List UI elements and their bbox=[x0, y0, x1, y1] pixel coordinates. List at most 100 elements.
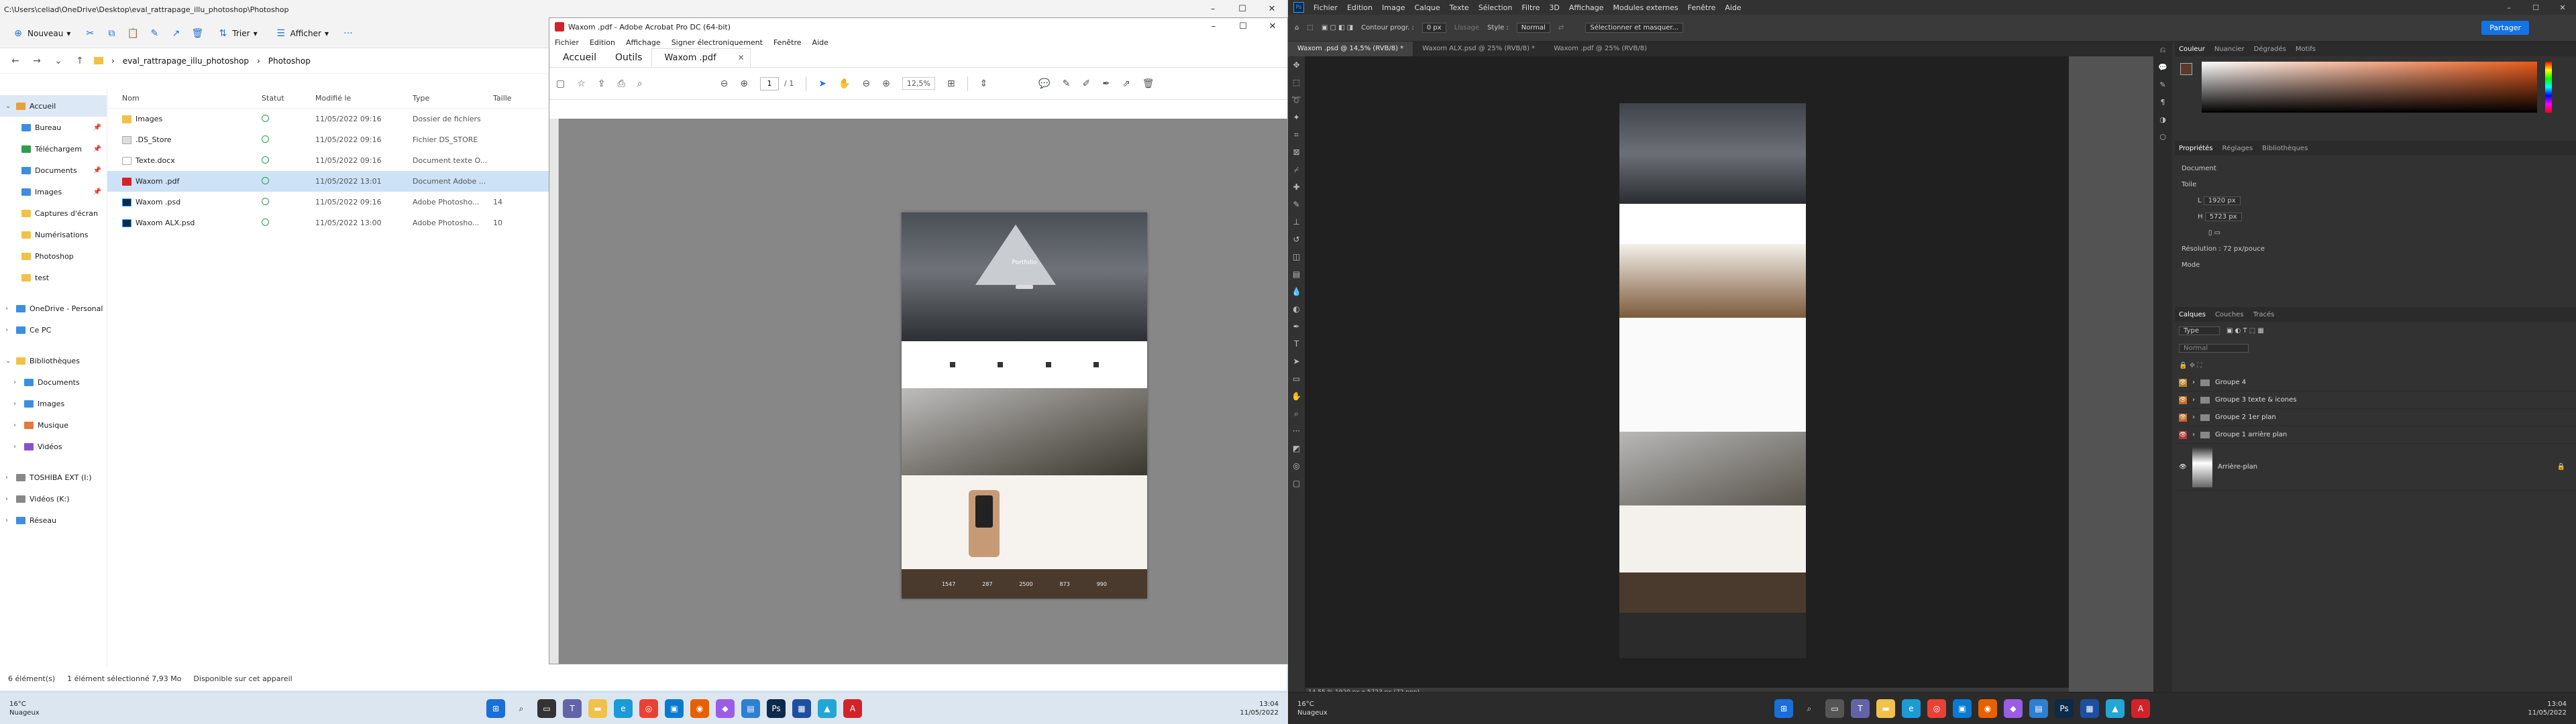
app-icon[interactable]: ▲ bbox=[818, 699, 837, 718]
move-tool-icon[interactable]: ✥ bbox=[1288, 56, 1305, 74]
store-icon[interactable]: ▣ bbox=[1953, 699, 1972, 718]
delete-icon[interactable]: 🗑 bbox=[191, 27, 204, 40]
rename-icon[interactable]: ✎ bbox=[148, 27, 160, 40]
menu-view[interactable]: Affichage bbox=[1569, 3, 1604, 12]
color-swatch-icon[interactable]: ◩ bbox=[1288, 440, 1305, 457]
fit-page-icon[interactable]: ⊞ bbox=[947, 78, 955, 89]
app-icon[interactable]: ▦ bbox=[2080, 699, 2099, 718]
weather-widget[interactable]: 16°C Nuageux bbox=[0, 700, 134, 717]
prev-page-icon[interactable]: ⊖ bbox=[720, 78, 729, 89]
brush-tool-icon[interactable]: ✎ bbox=[1288, 196, 1305, 213]
minimize-icon[interactable]: – bbox=[1198, 0, 1228, 19]
menu-window[interactable]: Fenêtre bbox=[773, 38, 802, 47]
sidebar-item-images[interactable]: Images 📌 bbox=[0, 181, 107, 202]
search-icon[interactable]: ⌕ bbox=[637, 78, 643, 89]
canvas-area[interactable] bbox=[1305, 56, 2069, 688]
clock[interactable]: 13:04 11/05/2022 bbox=[1214, 700, 1288, 717]
tab-paths[interactable]: Tracés bbox=[2253, 311, 2275, 318]
up-icon[interactable]: ↑ bbox=[72, 56, 87, 66]
search-icon[interactable]: ⌕ bbox=[1800, 699, 1819, 718]
sort-button[interactable]: ⇅ Trier ▾ bbox=[213, 25, 261, 42]
sidebar-item-onedrive[interactable]: › OneDrive - Personal bbox=[0, 298, 107, 319]
firefox-icon[interactable]: ◉ bbox=[1978, 699, 1997, 718]
eye-icon[interactable]: 👁 bbox=[2179, 463, 2187, 471]
orientation-icons[interactable]: ▯ ▭ bbox=[2182, 225, 2569, 241]
sidebar-item-lib-music[interactable]: › Musique bbox=[0, 414, 107, 436]
marquee-tool-icon[interactable]: ⬚ bbox=[1288, 74, 1305, 91]
shape-tool-icon[interactable]: ▭ bbox=[1288, 370, 1305, 387]
zoom-select[interactable]: 12,5% bbox=[902, 77, 935, 90]
close-tab-icon[interactable]: ✕ bbox=[738, 53, 745, 62]
minimize-icon[interactable]: – bbox=[2496, 3, 2522, 12]
draw-icon[interactable]: ✐ bbox=[1082, 78, 1090, 89]
magic-wand-icon[interactable]: ✦ bbox=[1288, 109, 1305, 126]
breadcrumb-item[interactable]: eval_rattrapage_illu_photoshop bbox=[123, 56, 249, 66]
home-icon[interactable]: ⌂ bbox=[1295, 24, 1299, 32]
more-icon[interactable]: ··· bbox=[342, 27, 354, 40]
sign-icon[interactable]: ✒ bbox=[1102, 78, 1110, 89]
eye-icon[interactable]: 👁 bbox=[2179, 430, 2187, 439]
history-brush-icon[interactable]: ↺ bbox=[1288, 231, 1305, 248]
sidebar-item-videos-k[interactable]: › Vidéos (K:) bbox=[0, 488, 107, 509]
scroll-mode-icon[interactable]: ⇕ bbox=[980, 78, 988, 89]
menu-type[interactable]: Texte bbox=[1450, 3, 1469, 12]
maximize-icon[interactable]: ☐ bbox=[1228, 0, 1257, 19]
maximize-icon[interactable]: ☐ bbox=[2522, 3, 2549, 12]
pdf-viewport[interactable]: Portfolio 1547 287 2500 873 990 bbox=[549, 119, 1287, 664]
sidebar-item-lib-documents[interactable]: › Documents bbox=[0, 371, 107, 393]
color-picker-field[interactable] bbox=[2202, 62, 2537, 113]
close-icon[interactable]: ✕ bbox=[2549, 3, 2576, 12]
zoom-in-icon[interactable]: ⊕ bbox=[882, 78, 890, 89]
sidebar-item-libraries[interactable]: ⌄ Bibliothèques bbox=[0, 350, 107, 371]
table-row[interactable]: Waxom ALX.psd 11/05/2022 13:00 Adobe Pho… bbox=[107, 213, 550, 233]
table-row[interactable]: Images 11/05/2022 09:16 Dossier de fichi… bbox=[107, 109, 550, 129]
layer-row-background[interactable]: 👁 Arrière-plan 🔒 bbox=[2175, 444, 2576, 491]
menu-file[interactable]: Fichier bbox=[1313, 3, 1338, 12]
app-icon[interactable]: ▤ bbox=[2029, 699, 2048, 718]
menu-help[interactable]: Aide bbox=[812, 38, 828, 47]
app-icon[interactable]: ◆ bbox=[2004, 699, 2023, 718]
history-icon[interactable]: ⎌ bbox=[2153, 42, 2172, 59]
menu-filter[interactable]: Filtre bbox=[1521, 3, 1540, 12]
menu-file[interactable]: Fichier bbox=[555, 38, 579, 47]
pen-tool-icon[interactable]: ✒ bbox=[1288, 318, 1305, 335]
print-icon[interactable]: ⎙ bbox=[618, 78, 625, 89]
app-icon[interactable]: ▦ bbox=[792, 699, 811, 718]
photoshop-icon[interactable]: Ps bbox=[2055, 699, 2074, 718]
paragraph-icon[interactable]: ¶ bbox=[2153, 94, 2172, 111]
edge-icon[interactable]: e bbox=[1902, 699, 1921, 718]
column-name[interactable]: Nom bbox=[107, 94, 262, 103]
column-size[interactable]: Taille bbox=[493, 94, 533, 103]
sidebar-item-home[interactable]: ⌄ Accueil bbox=[0, 95, 107, 117]
layer-row[interactable]: 👁 › Groupe 2 1er plan bbox=[2175, 409, 2576, 426]
explorer-icon[interactable]: ▬ bbox=[588, 699, 607, 718]
view-button[interactable]: ☰ Afficher ▾ bbox=[271, 25, 333, 42]
stamp-tool-icon[interactable]: ⊥ bbox=[1288, 213, 1305, 231]
task-view-icon[interactable]: ▭ bbox=[537, 699, 556, 718]
tab-properties[interactable]: Propriétés bbox=[2179, 145, 2213, 152]
app-icon[interactable]: ▲ bbox=[2106, 699, 2125, 718]
tab-document[interactable]: Waxom .pdf ✕ bbox=[651, 48, 751, 67]
blend-mode-select[interactable]: Normal bbox=[2179, 343, 2249, 353]
table-row[interactable]: Waxom .pdf 11/05/2022 13:01 Document Ado… bbox=[107, 171, 550, 192]
sidebar-item-network[interactable]: › Réseau bbox=[0, 509, 107, 531]
sidebar-item-photoshop[interactable]: Photoshop bbox=[0, 245, 107, 267]
eraser-icon[interactable]: ◫ bbox=[1288, 248, 1305, 265]
upload-icon[interactable]: ⇪ bbox=[598, 78, 606, 89]
column-type[interactable]: Type bbox=[413, 94, 493, 103]
menu-image[interactable]: Image bbox=[1382, 3, 1405, 12]
menu-edit[interactable]: Edition bbox=[1347, 3, 1373, 12]
canvas-height-input[interactable]: 5723 px bbox=[2204, 213, 2242, 221]
app-icon[interactable]: ▤ bbox=[741, 699, 760, 718]
teams-icon[interactable]: T bbox=[1851, 699, 1870, 718]
quick-mask-icon[interactable]: ◎ bbox=[1288, 457, 1305, 475]
menu-plugins[interactable]: Modules externes bbox=[1613, 3, 1678, 12]
cut-icon[interactable]: ✂ bbox=[84, 27, 96, 40]
start-icon[interactable]: ⊞ bbox=[1774, 699, 1793, 718]
tab-layers[interactable]: Calques bbox=[2179, 311, 2206, 318]
tab-waxom-psd[interactable]: Waxom .psd @ 14,5% (RVB/8) * bbox=[1288, 42, 1413, 56]
column-date[interactable]: Modifié le bbox=[315, 94, 413, 103]
eye-icon[interactable]: 👁 bbox=[2179, 413, 2187, 422]
recent-icon[interactable]: ⌄ bbox=[51, 56, 66, 66]
sidebar-item-downloads[interactable]: Téléchargem 📌 bbox=[0, 138, 107, 160]
